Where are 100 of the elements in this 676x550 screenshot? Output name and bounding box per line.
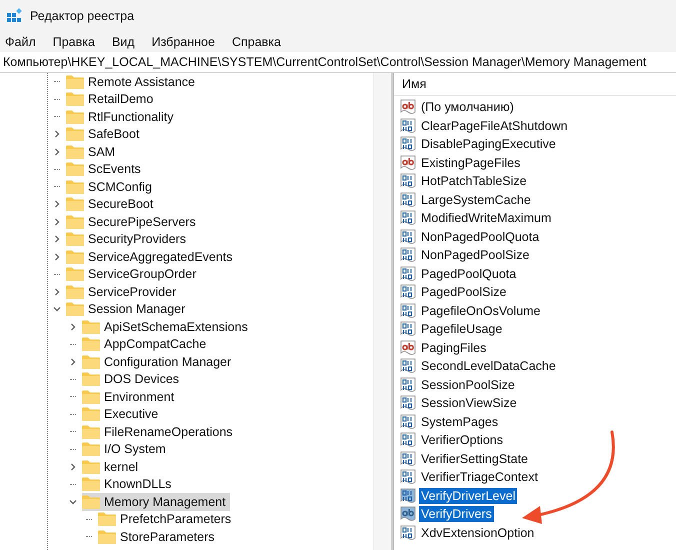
- value-name[interactable]: NonPagedPoolSize: [419, 247, 532, 264]
- tree-item[interactable]: RtlFunctionality: [66, 108, 178, 126]
- value-name[interactable]: ClearPageFileAtShutdown: [419, 118, 570, 134]
- menu-item[interactable]: Файл: [5, 35, 36, 49]
- registry-icon: [6, 8, 22, 24]
- folder-icon: [82, 407, 100, 422]
- menu-item[interactable]: Правка: [52, 35, 95, 49]
- tree-item[interactable]: SAM: [66, 143, 120, 160]
- chevron-icon[interactable]: [53, 235, 61, 244]
- value-name[interactable]: PagefileOnOsVolume: [419, 302, 543, 319]
- value-name[interactable]: VerifierTriageContext: [419, 469, 540, 486]
- tree-item[interactable]: Session Manager: [66, 300, 190, 318]
- value-name[interactable]: ModifiedWriteMaximum: [419, 210, 554, 226]
- chevron-icon[interactable]: [69, 322, 77, 331]
- value-name[interactable]: SystemPages: [419, 414, 500, 430]
- folder-icon: [98, 512, 116, 526]
- chevron-icon[interactable]: [53, 305, 61, 314]
- menu-item[interactable]: Вид: [112, 35, 135, 49]
- folder-icon: [66, 127, 84, 142]
- folder-icon: [66, 144, 84, 159]
- folder-icon: [66, 110, 84, 124]
- tree-item[interactable]: Executive: [82, 406, 162, 423]
- folder-icon: [66, 284, 84, 299]
- chevron-icon[interactable]: [69, 498, 77, 506]
- value-name[interactable]: (По умолчанию): [419, 99, 516, 116]
- value-name[interactable]: PagedPoolQuota: [419, 266, 518, 282]
- tree-item[interactable]: ServiceAggregatedEvents: [66, 248, 237, 266]
- chevron-icon[interactable]: [69, 358, 77, 366]
- value-name[interactable]: SecondLevelDataCache: [419, 358, 558, 374]
- folder-icon: [66, 267, 84, 282]
- tree-item[interactable]: ServiceProvider: [66, 283, 180, 300]
- tree-item[interactable]: ServiceGroupOrder: [66, 266, 200, 283]
- folder-icon: [98, 530, 116, 544]
- folder-icon: [82, 442, 100, 456]
- folder-icon: [82, 320, 100, 334]
- value-name[interactable]: SessionPoolSize: [419, 376, 517, 393]
- tree-item[interactable]: SCMConfig: [66, 178, 156, 196]
- tree-item[interactable]: Environment: [82, 388, 178, 406]
- folder-icon: [66, 197, 84, 212]
- value-name[interactable]: LargeSystemCache: [419, 192, 533, 208]
- folder-icon: [66, 162, 84, 176]
- value-name[interactable]: VerifyDrivers: [419, 506, 494, 522]
- tree-item[interactable]: FileRenameOperations: [82, 423, 237, 440]
- tree-item[interactable]: SafeBoot: [66, 126, 144, 143]
- tree-item[interactable]: Configuration Manager: [82, 353, 236, 370]
- folder-icon: [82, 337, 100, 352]
- column-header[interactable]: Имя: [394, 73, 676, 96]
- value-name[interactable]: DisablePagingExecutive: [419, 136, 558, 152]
- chevron-icon[interactable]: [53, 130, 61, 138]
- tree-item[interactable]: I/O System: [82, 440, 170, 458]
- value-name[interactable]: PagedPoolSize: [419, 284, 508, 300]
- folder-icon: [82, 372, 100, 386]
- tree-item[interactable]: StoreParameters: [98, 528, 218, 546]
- tree-item[interactable]: KnownDLLs: [82, 476, 176, 493]
- tree-item[interactable]: DOS Devices: [82, 370, 184, 388]
- tree-item[interactable]: RetailDemo: [66, 90, 158, 108]
- value-name[interactable]: ExistingPageFiles: [419, 154, 522, 171]
- tree-item[interactable]: Memory Management: [82, 493, 230, 510]
- chevron-icon[interactable]: [53, 148, 61, 156]
- folder-icon: [66, 74, 84, 89]
- chevron-icon[interactable]: [69, 462, 77, 471]
- value-name[interactable]: VerifierOptions: [419, 432, 505, 448]
- folder-icon: [66, 302, 84, 316]
- value-name[interactable]: XdvExtensionOption: [419, 524, 536, 541]
- folder-icon: [82, 424, 100, 439]
- value-name[interactable]: VerifierSettingState: [419, 450, 530, 467]
- folder-icon: [66, 92, 84, 106]
- value-name[interactable]: HotPatchTableSize: [419, 173, 529, 190]
- tree-item[interactable]: SecureBoot: [66, 196, 158, 213]
- folder-icon: [82, 494, 100, 509]
- folder-icon: [82, 477, 100, 492]
- folder-icon: [82, 460, 100, 474]
- tree-item[interactable]: PrefetchParameters: [98, 510, 236, 528]
- value-name[interactable]: PagingFiles: [419, 340, 488, 356]
- folder-icon: [66, 214, 84, 229]
- value-name[interactable]: NonPagedPoolQuota: [419, 228, 542, 245]
- value-name[interactable]: VerifyDriverLevel: [419, 488, 518, 504]
- address-bar[interactable]: Компьютер\HKEY_LOCAL_MACHINE\SYSTEM\CurrentControlSet\Control\Session Manager\Memory Management: [0, 52, 676, 73]
- folder-icon: [66, 250, 84, 264]
- window-title: Редактор реестра: [30, 9, 134, 23]
- tree-item[interactable]: SecurePipeServers: [66, 213, 200, 230]
- menu-item[interactable]: Избранное: [152, 35, 215, 49]
- tree-item[interactable]: AppCompatCache: [82, 336, 210, 353]
- folder-icon: [66, 232, 84, 246]
- folder-icon: [82, 354, 100, 369]
- folder-icon: [82, 390, 100, 404]
- value-name[interactable]: PagefileUsage: [419, 321, 504, 338]
- value-name[interactable]: SessionViewSize: [419, 395, 519, 412]
- menu-item[interactable]: Справка: [232, 35, 281, 49]
- chevron-icon[interactable]: [53, 288, 61, 296]
- tree-item[interactable]: Remote Assistance: [66, 73, 199, 90]
- tree-item[interactable]: SecurityProviders: [66, 230, 190, 248]
- tree-item[interactable]: kernel: [82, 458, 142, 476]
- tree-item[interactable]: ApiSetSchemaExtensions: [82, 318, 252, 336]
- chevron-icon[interactable]: [53, 218, 61, 226]
- chevron-icon[interactable]: [53, 252, 61, 261]
- folder-icon: [66, 180, 84, 194]
- tree-item[interactable]: ScEvents: [66, 160, 145, 178]
- chevron-icon[interactable]: [53, 200, 61, 208]
- scrollbar[interactable]: [373, 73, 391, 550]
